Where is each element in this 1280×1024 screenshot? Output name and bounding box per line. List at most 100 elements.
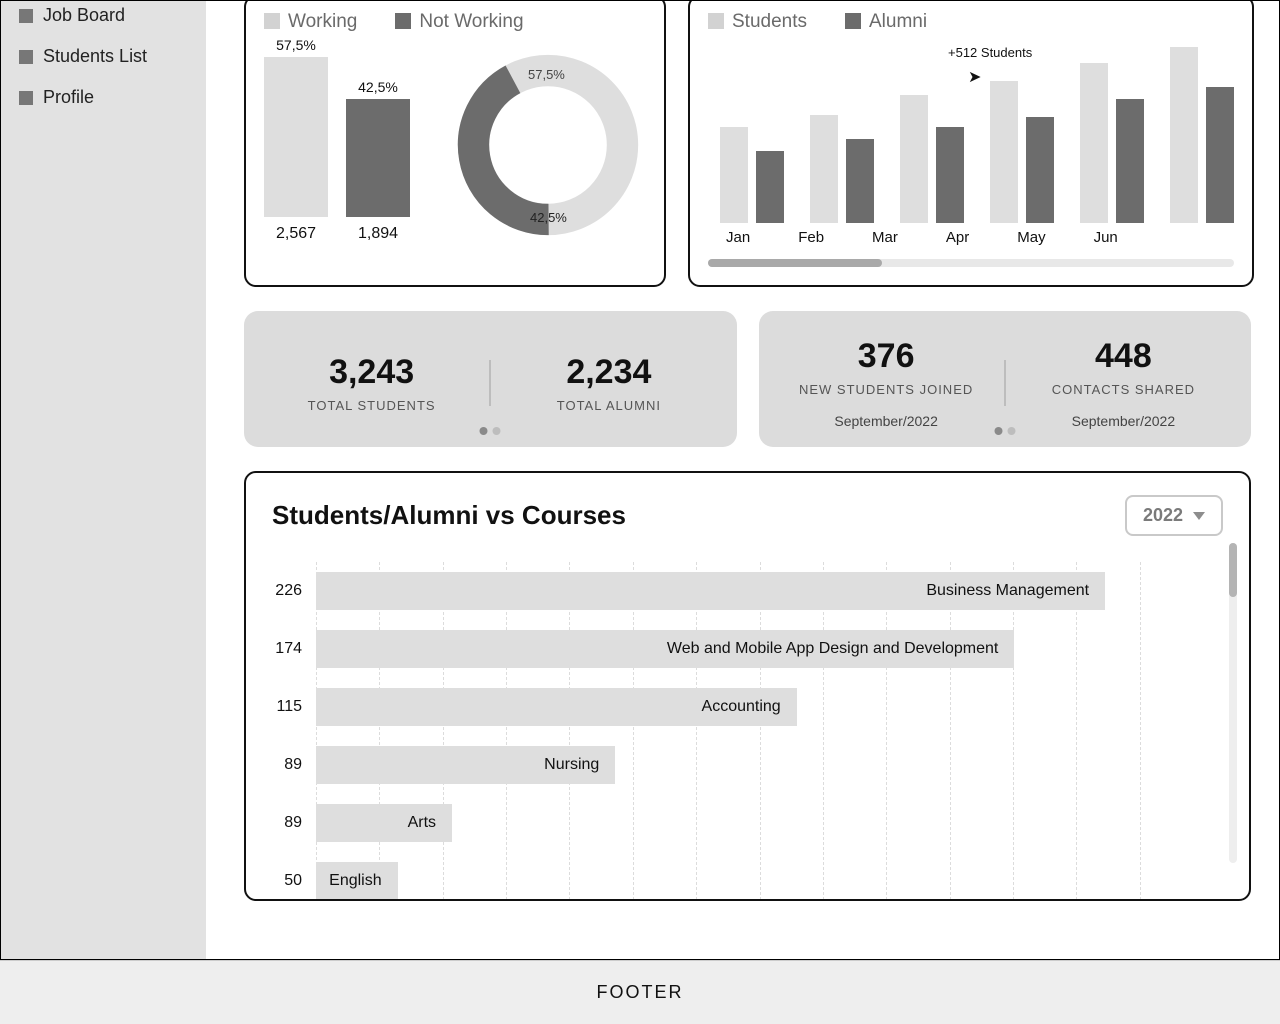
legend-label: Not Working [419, 11, 523, 32]
working-bars: 57,5% 2,56742,5% 1,894 [264, 43, 410, 243]
month-pair [1170, 47, 1234, 223]
stat-value: 2,234 [491, 353, 726, 392]
bar-students [990, 81, 1018, 223]
stat-value: 448 [1006, 337, 1241, 376]
pager-dots[interactable] [480, 427, 501, 435]
stat-label: TOTAL ALUMNI [491, 398, 726, 413]
monthly-scrollbar[interactable] [708, 259, 1234, 267]
dot[interactable] [480, 427, 488, 435]
stat-label: CONTACTS SHARED [1006, 382, 1241, 397]
courses-title: Students/Alumni vs Courses [272, 500, 626, 531]
working-card: Working Not Working 57,5% 2,567 42,5% 1,8… [244, 1, 666, 287]
cursor-icon: ➤ [968, 67, 981, 87]
bar-students [900, 95, 928, 223]
bar-students [1080, 63, 1108, 223]
bar-students [1170, 47, 1198, 223]
legend-swatch-alumni [845, 13, 861, 29]
bar-rect [346, 99, 410, 217]
course-value: 89 [266, 814, 302, 832]
legend-label: Alumni [869, 11, 927, 32]
legend-swatch-students [708, 13, 724, 29]
stat-date: September/2022 [769, 413, 1004, 429]
month-pair [810, 115, 874, 223]
sidebar-item-job-board[interactable]: Job Board [19, 0, 188, 36]
stat-value: 376 [769, 337, 1004, 376]
legend-label: Students [732, 11, 807, 32]
square-icon [19, 91, 33, 105]
monthly-tooltip: +512 Students [948, 45, 1032, 60]
legend-label: Working [288, 11, 357, 32]
course-bar: Nursing [316, 746, 615, 784]
main-content: Working Not Working 57,5% 2,567 42,5% 1,8… [206, 1, 1279, 959]
bar-alumni [936, 127, 964, 223]
month-label: Feb [798, 229, 824, 246]
stat-value: 3,243 [254, 353, 489, 392]
stat-total-students: 3,243 TOTAL STUDENTS [254, 353, 489, 413]
course-bar: Arts [316, 804, 452, 842]
stat-label: TOTAL STUDENTS [254, 398, 489, 413]
bar-alumni [756, 151, 784, 223]
course-value: 226 [266, 582, 302, 600]
courses-card: Students/Alumni vs Courses 2022 226 Busi… [244, 471, 1251, 901]
footer: FOOTER [0, 960, 1280, 1024]
course-bar: Web and Mobile App Design and Developmen… [316, 630, 1014, 668]
course-bar: English [316, 862, 398, 900]
month-label: Jan [726, 229, 750, 246]
stat-label: NEW STUDENTS JOINED [769, 382, 1004, 397]
stat-date: September/2022 [1006, 413, 1241, 429]
donut-pct-working: 57,5% [528, 67, 565, 82]
course-bar: Accounting [316, 688, 797, 726]
bar-rect [264, 57, 328, 217]
month-pair [720, 127, 784, 223]
stats-card-monthly: 376 NEW STUDENTS JOINED September/2022 4… [759, 311, 1252, 447]
stats-card-totals: 3,243 TOTAL STUDENTS 2,234 TOTAL ALUMNI [244, 311, 737, 447]
monthly-chart: +512 Students ➤ JanFebMarAprMayJun [708, 43, 1234, 253]
courses-scrollbar[interactable] [1229, 543, 1237, 863]
year-value: 2022 [1143, 505, 1183, 526]
year-select[interactable]: 2022 [1125, 495, 1223, 536]
monthly-card: Students Alumni +512 Students ➤ [688, 1, 1254, 287]
bar-pct: 57,5% [264, 37, 328, 53]
working-bar: 42,5% 1,894 [346, 79, 410, 243]
month-pair [990, 81, 1054, 223]
bar-pct: 42,5% [346, 79, 410, 95]
working-bar: 57,5% 2,567 [264, 37, 328, 243]
donut-pct-notworking: 42,5% [530, 210, 567, 225]
chevron-down-icon [1193, 512, 1205, 520]
stat-contacts-shared: 448 CONTACTS SHARED September/2022 [1006, 337, 1241, 429]
month-label: Apr [946, 229, 969, 246]
sidebar-item-profile[interactable]: Profile [19, 77, 188, 118]
month-label: May [1017, 229, 1045, 246]
scrollbar-thumb[interactable] [708, 259, 882, 267]
course-value: 174 [266, 640, 302, 658]
sidebar-item-label: Job Board [43, 5, 125, 26]
bar-alumni [1026, 117, 1054, 223]
square-icon [19, 50, 33, 64]
dot[interactable] [994, 427, 1002, 435]
stat-new-students: 376 NEW STUDENTS JOINED September/2022 [769, 337, 1004, 429]
footer-text: FOOTER [597, 982, 684, 1003]
chart-grid [316, 562, 1203, 901]
working-legend: Working Not Working [264, 11, 646, 33]
month-label: Jun [1094, 229, 1118, 246]
sidebar-item-label: Students List [43, 46, 147, 67]
course-value: 115 [266, 698, 302, 716]
bar-alumni [846, 139, 874, 223]
month-pair [1080, 63, 1144, 223]
sidebar: Job Board Students List Profile [1, 1, 206, 959]
course-value: 50 [266, 872, 302, 890]
bar-value: 2,567 [264, 225, 328, 243]
legend-swatch-notworking [395, 13, 411, 29]
square-icon [19, 9, 33, 23]
month-pair [900, 95, 964, 223]
sidebar-item-label: Profile [43, 87, 94, 108]
sidebar-item-students-list[interactable]: Students List [19, 36, 188, 77]
working-donut: 57,5% 42,5% [450, 47, 646, 243]
dot[interactable] [1007, 427, 1015, 435]
monthly-legend: Students Alumni [708, 11, 1234, 33]
scrollbar-thumb[interactable] [1229, 543, 1237, 597]
courses-chart: 226 Business Management174 Web and Mobil… [272, 562, 1223, 901]
pager-dots[interactable] [994, 427, 1015, 435]
bar-students [810, 115, 838, 223]
dot[interactable] [493, 427, 501, 435]
